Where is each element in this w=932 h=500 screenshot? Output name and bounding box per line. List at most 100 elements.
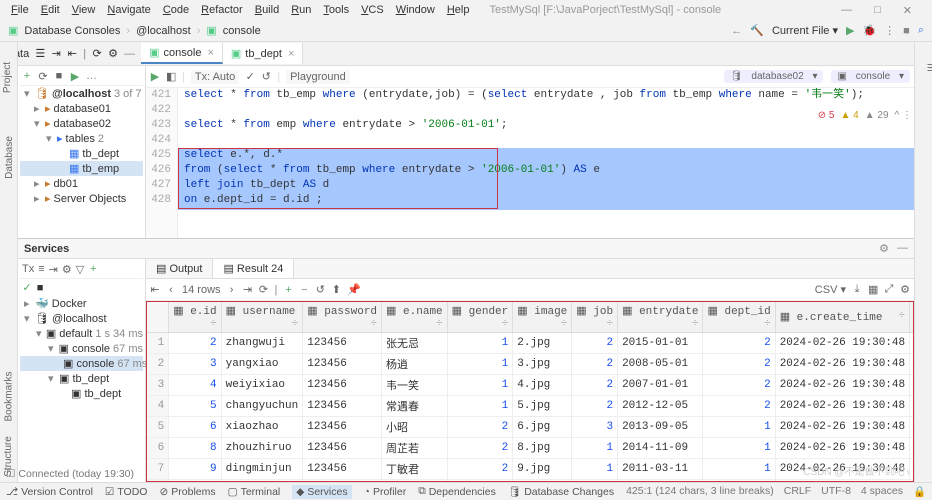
services-tree[interactable]: Tx≡⇥⚙▽ + ✓ ■ ▸🐳 Docker▾🛢 @localhost▾▣ de…	[18, 259, 146, 482]
result-tabs[interactable]: ▤ Output▤ Result 24	[146, 259, 914, 279]
terminal-button[interactable]: ▢ Terminal	[228, 486, 281, 498]
settings-icon[interactable]: ⚙	[879, 242, 889, 255]
tree-node[interactable]: ▦ tb_emp	[20, 161, 143, 176]
more-icon[interactable]: ⋮	[884, 24, 895, 37]
tree-node[interactable]: ▸▸ db01	[20, 176, 143, 191]
hide-icon[interactable]: —	[897, 242, 908, 255]
col-header[interactable]: ▦ e.update_time ÷	[910, 302, 914, 333]
close-icon[interactable]: ×	[207, 47, 213, 59]
close-icon[interactable]: ✕	[898, 2, 917, 19]
stop-icon[interactable]: ■	[54, 70, 64, 83]
menu-run[interactable]: Run	[286, 2, 316, 18]
add-icon[interactable]: +	[88, 263, 98, 276]
menu-build[interactable]: Build	[250, 2, 284, 18]
rollback-icon[interactable]: ↺	[261, 70, 271, 83]
col-header[interactable]: ▦ e.name ÷	[382, 302, 448, 333]
profiler-button[interactable]: ◔ Profiler	[364, 486, 407, 498]
outdent-icon[interactable]: ⇤	[67, 47, 77, 60]
tree-node[interactable]: ▾▸ database02	[20, 116, 143, 131]
todo-button[interactable]: ☑ TODO	[105, 486, 148, 498]
search-icon[interactable]: ⌕	[918, 24, 924, 37]
menu-edit[interactable]: Edit	[36, 2, 65, 18]
delete-row-icon[interactable]: −	[299, 284, 309, 296]
lock-icon[interactable]: 🔒	[913, 485, 926, 498]
reload-icon[interactable]: ⟳	[259, 283, 269, 296]
commit-icon[interactable]: ✓	[245, 70, 255, 83]
table-row[interactable]: 34weiyixiao123456韦一笑14.jpg22007-01-01220…	[147, 375, 915, 396]
view-icon[interactable]: ▦	[868, 283, 878, 296]
col-header[interactable]: ▦ password ÷	[303, 302, 382, 333]
dbchanges-button[interactable]: 🛢 Database Changes	[508, 485, 614, 498]
svc-tree-node[interactable]: ▸🐳 Docker	[20, 296, 143, 311]
col-header[interactable]: ▦ image ÷	[513, 302, 572, 333]
encoding[interactable]: UTF-8	[821, 485, 851, 498]
col-header[interactable]: ▦ e.id ÷	[169, 302, 221, 333]
result-tab[interactable]: ▤ Output	[146, 259, 213, 278]
explain-icon[interactable]: ◧	[166, 70, 176, 83]
run-icon[interactable]: ▶	[846, 24, 854, 37]
sql-editor[interactable]: ▶ ◧ | Tx: Auto ✓ ↺ | Playground 🛢 databa…	[146, 66, 914, 238]
col-header[interactable]: ▦ job ÷	[572, 302, 618, 333]
table-row[interactable]: 79dingminjun123456丁敏君29.jpg12011-03-1112…	[147, 459, 915, 480]
debug-icon[interactable]: 🐞	[862, 24, 876, 37]
revert-icon[interactable]: ↺	[315, 283, 325, 296]
table-row[interactable]: 45changyuchun123456常遇春15.jpg22012-12-052…	[147, 396, 915, 417]
col-header[interactable]: ▦ gender ÷	[447, 302, 513, 333]
caret-pos[interactable]: 425:1 (124 chars, 3 line breaks)	[626, 485, 774, 498]
svc-tree-node[interactable]: ▾▣ default 1 s 34 ms	[20, 326, 143, 341]
line-sep[interactable]: CRLF	[784, 485, 811, 498]
playground-select[interactable]: Playground	[286, 70, 350, 84]
crumb-leaf[interactable]: console	[223, 25, 261, 37]
prev-page-icon[interactable]: ‹	[166, 284, 176, 296]
menu-file[interactable]: File	[6, 2, 34, 18]
crumb-host[interactable]: @localhost	[136, 25, 191, 37]
indent[interactable]: 4 spaces	[861, 485, 903, 498]
col-header[interactable]: ▦ e.create_time ÷	[775, 302, 909, 333]
left-tool-stripe[interactable]: Project Database Bookmarks Structure	[0, 42, 18, 482]
tx-mode-select[interactable]: Tx: Auto	[191, 70, 239, 84]
problems-button[interactable]: ⊘ Problems	[159, 486, 215, 498]
add-row-icon[interactable]: +	[283, 284, 293, 296]
tree-node[interactable]: ▦ tb_dept	[20, 146, 143, 161]
first-page-icon[interactable]: ⇤	[150, 283, 160, 296]
database-tree[interactable]: + ⟳ ■ ▶ … ▾🛢 @localhost 3 of 7 ▸▸ databa…	[18, 66, 146, 238]
tree-node[interactable]: ▸▸ Server Objects	[20, 191, 143, 206]
code-area[interactable]: select * from tb_emp where (entrydate,jo…	[178, 88, 914, 238]
close-icon[interactable]: ×	[288, 48, 294, 60]
svc-tree-node[interactable]: ▾🛢 @localhost	[20, 311, 143, 326]
minimize-icon[interactable]: —	[836, 2, 857, 19]
menu-view[interactable]: View	[67, 2, 101, 18]
tree-refresh-icon[interactable]: ⟳	[38, 70, 48, 83]
console-badge[interactable]: ▣ console ▾	[831, 70, 910, 83]
result-grid[interactable]: ▦ e.id ÷▦ username ÷▦ password ÷▦ e.name…	[146, 301, 914, 482]
execute-icon[interactable]: ▶	[150, 70, 160, 83]
svc-tree-node[interactable]: ▾▣ tb_dept	[20, 371, 143, 386]
filter-icon[interactable]: ☰	[35, 47, 45, 60]
menu-window[interactable]: Window	[391, 2, 440, 18]
table-row[interactable]: 68zhouzhiruo123456周芷若28.jpg12014-11-0912…	[147, 438, 915, 459]
col-header[interactable]: ▦ entrydate ÷	[618, 302, 703, 333]
menu-navigate[interactable]: Navigate	[102, 2, 155, 18]
col-header[interactable]: ▦ dept_id ÷	[703, 302, 775, 333]
settings-icon[interactable]: ⚙	[900, 283, 910, 296]
table-row[interactable]: 56xiaozhao123456小昭26.jpg32013-09-0512024…	[147, 417, 915, 438]
submit-icon[interactable]: ⬆	[331, 283, 341, 296]
tree-node[interactable]: ▾▸ tables 2	[20, 131, 143, 146]
last-page-icon[interactable]: ⇥	[243, 283, 253, 296]
tab-tb_dept[interactable]: ▣tb_dept×	[223, 43, 304, 64]
run-icon[interactable]: ▶	[70, 70, 80, 83]
result-tab[interactable]: ▤ Result 24	[213, 259, 294, 278]
menu-vcs[interactable]: VCS	[356, 2, 389, 18]
refresh-icon[interactable]: ⟳	[92, 47, 102, 60]
menu-tools[interactable]: Tools	[318, 2, 354, 18]
menu-refactor[interactable]: Refactor	[196, 2, 248, 18]
right-tool-stripe[interactable]: m	[914, 42, 932, 482]
add-icon[interactable]: +	[22, 70, 32, 83]
svc-tree-node[interactable]: ▣ tb_dept	[20, 386, 143, 401]
run-config-select[interactable]: Current File ▾	[772, 24, 838, 37]
expand-icon[interactable]: ⤢	[884, 283, 894, 296]
svc-tree-node[interactable]: ▾▣ console 67 ms	[20, 341, 143, 356]
svc-tree-node[interactable]: ▣ console 67 ms	[20, 356, 143, 371]
export-format[interactable]: CSV ▾	[815, 283, 846, 296]
back-icon[interactable]: ←	[731, 25, 742, 37]
